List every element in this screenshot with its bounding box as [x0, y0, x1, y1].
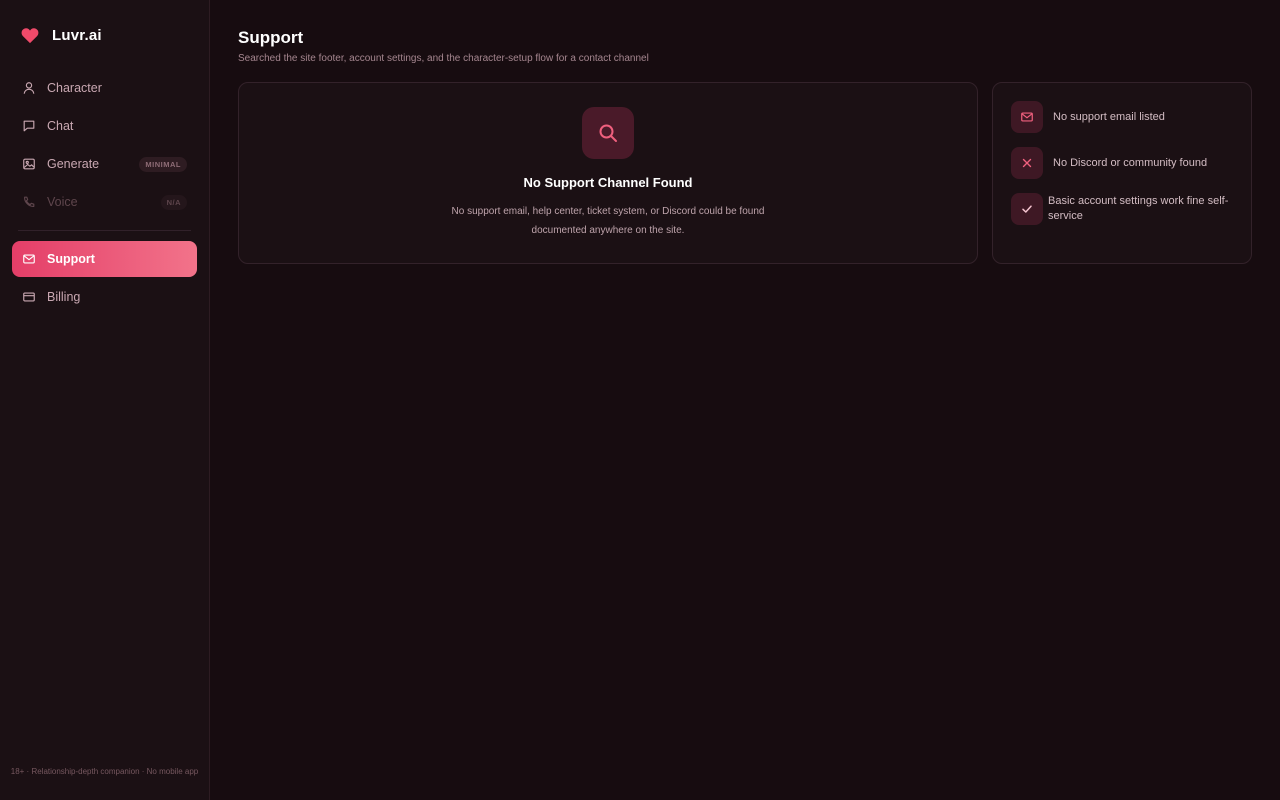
brand[interactable]: Luvr.ai [12, 0, 197, 70]
image-icon [23, 158, 35, 170]
checklist-item: No Discord or community found [1011, 147, 1233, 179]
sidebar-item-label: Chat [47, 119, 74, 133]
checklist-icon-tile [1011, 101, 1043, 133]
no-support-card: No Support Channel Found No support emai… [238, 82, 978, 264]
sidebar-item-voice[interactable]: Voice N/A [12, 184, 197, 220]
page-title: Support [238, 28, 304, 47]
status-badge: N/A [160, 194, 187, 210]
check-icon [1022, 205, 1032, 213]
user-icon [23, 82, 35, 94]
page-subtitle: Searched the site footer, account settin… [238, 53, 649, 64]
app-window: Luvr.ai Character Chat Generate MINIMAL … [0, 0, 1280, 800]
mail-icon [23, 254, 35, 264]
checklist-item: No support email listed [1011, 101, 1233, 133]
brand-name: Luvr.ai [52, 26, 102, 44]
heart-logo-icon [21, 28, 39, 44]
support-checklist-card: No support email listed No Discord or co… [992, 82, 1252, 264]
sidebar-item-label: Character [47, 81, 102, 95]
sidebar-item-label: Support [47, 252, 95, 266]
main-content: Support Searched the site footer, accoun… [210, 0, 1280, 800]
sidebar-item-chat[interactable]: Chat [12, 108, 197, 144]
phone-icon [24, 196, 35, 207]
nav-divider [18, 230, 191, 231]
checklist-icon-tile [1011, 193, 1043, 225]
chat-bubble-icon [23, 120, 35, 132]
sidebar-footer: 18+ · Relationship-depth companion · No … [10, 767, 199, 776]
cards-row: No Support Channel Found No support emai… [238, 82, 1252, 264]
x-icon [1022, 158, 1032, 168]
checklist-icon-tile [1011, 147, 1043, 179]
checklist-text: No Discord or community found [1053, 156, 1208, 169]
sidebar-item-generate[interactable]: Generate MINIMAL [12, 146, 197, 182]
sidebar-item-label: Billing [47, 290, 81, 304]
search-icon-tile [582, 107, 634, 159]
checklist-text: Basic account settings work fine self-se… [1048, 195, 1229, 222]
sidebar-item-support[interactable]: Support [12, 241, 197, 277]
status-badge: MINIMAL [139, 156, 187, 172]
sidebar-item-character[interactable]: Character [12, 70, 197, 106]
checklist-text: No support email listed [1053, 110, 1165, 123]
card-description: No support email, help center, ticket sy… [451, 206, 765, 236]
mail-icon [1021, 112, 1033, 122]
checklist-item: Basic account settings work fine self-se… [1011, 193, 1233, 225]
card-title: No Support Channel Found [523, 175, 693, 190]
sidebar: Luvr.ai Character Chat Generate MINIMAL … [0, 0, 210, 800]
credit-card-icon [23, 292, 35, 302]
sidebar-item-billing[interactable]: Billing [12, 279, 197, 315]
sidebar-item-label: Voice [47, 195, 78, 209]
sidebar-item-label: Generate [47, 157, 100, 171]
search-icon [599, 124, 617, 142]
sidebar-nav: Character Chat Generate MINIMAL Voice N/… [12, 70, 197, 315]
